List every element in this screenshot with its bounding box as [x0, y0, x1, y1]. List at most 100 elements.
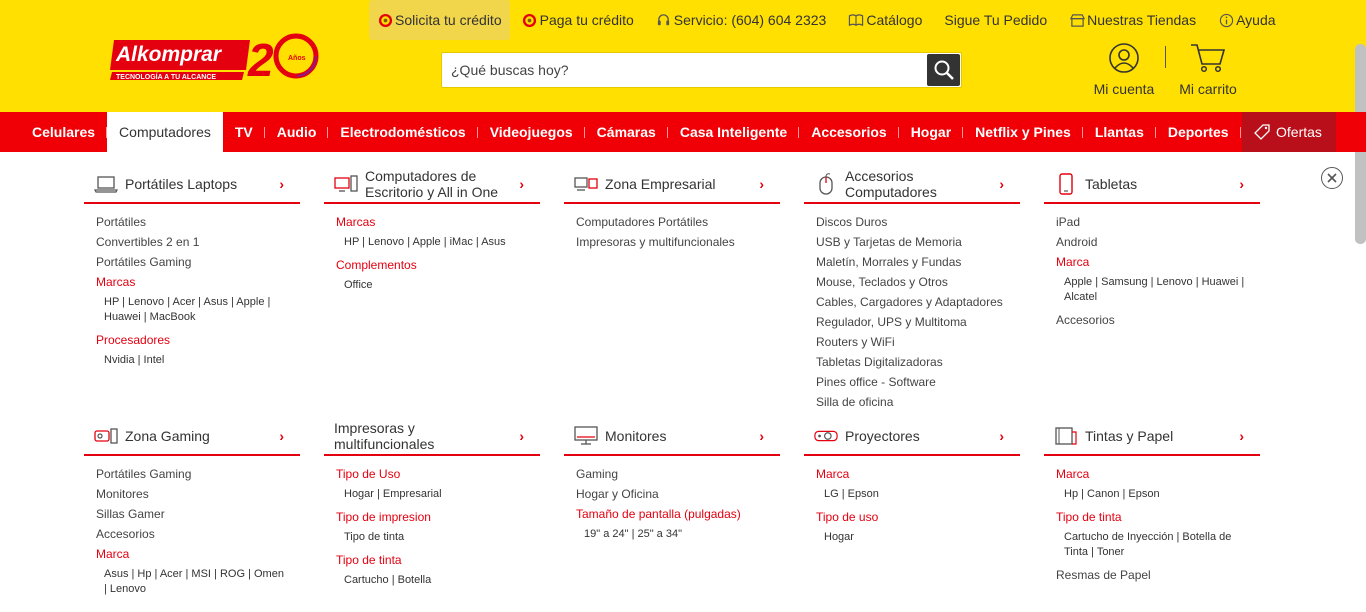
top-link-3[interactable]: Servicio: (604) 604 2323 — [646, 0, 837, 40]
nav-item-computadores[interactable]: Computadores — [107, 112, 223, 152]
menu-link[interactable]: Sillas Gamer — [96, 504, 300, 524]
nav-item-llantas[interactable]: Llantas — [1083, 112, 1156, 152]
menu-link[interactable]: Resmas de Papel — [1056, 565, 1260, 585]
nav-ofertas[interactable]: Ofertas — [1242, 112, 1336, 152]
menu-link[interactable]: Convertibles 2 en 1 — [96, 232, 300, 252]
menu-sublinks[interactable]: Hp | Canon | Epson — [1056, 484, 1246, 507]
menu-subheading[interactable]: Marcas — [96, 272, 300, 292]
menu-column-header[interactable]: Monitores › — [564, 418, 780, 456]
menu-column: Zona Gaming › Portátiles Gaming Monitores Si… — [84, 418, 300, 602]
menu-subheading[interactable]: Tipo de tinta — [1056, 507, 1260, 527]
menu-column-header[interactable]: Zona Gaming › — [84, 418, 300, 456]
nav-item-videojuegos[interactable]: Videojuegos — [478, 112, 585, 152]
projector-icon — [814, 426, 838, 446]
menu-subheading[interactable]: Marca — [1056, 464, 1260, 484]
account-button[interactable]: Mi cuenta — [1088, 42, 1160, 97]
nav-item-celulares[interactable]: Celulares — [20, 112, 108, 152]
nav-item-deportes[interactable]: Deportes — [1156, 112, 1241, 152]
menu-column-header[interactable]: Tintas y Papel › — [1044, 418, 1260, 456]
menu-column-title: Zona Gaming — [125, 428, 210, 444]
menu-subheading[interactable]: Procesadores — [96, 330, 300, 350]
menu-column: Zona Empresarial › Computadores Portátiles… — [564, 166, 780, 252]
search-button[interactable] — [927, 54, 960, 86]
top-link-1[interactable]: Solicita tu crédito — [369, 0, 510, 40]
menu-sublinks[interactable]: Tipo de tinta — [336, 527, 526, 550]
menu-subheading[interactable]: Marca — [816, 464, 1020, 484]
menu-subheading[interactable]: Tipo de uso — [816, 507, 1020, 527]
chevron-right-icon: › — [519, 428, 524, 444]
menu-subheading[interactable]: Tamaño de pantalla (pulgadas) — [576, 504, 780, 524]
menu-column-header[interactable]: Accesorios Computadores › — [804, 166, 1020, 204]
search-input[interactable] — [442, 53, 928, 87]
menu-link[interactable]: iPad — [1056, 212, 1260, 232]
menu-sublinks[interactable]: 19" a 24" | 25" a 34" — [576, 524, 766, 547]
menu-link[interactable]: Cables, Cargadores y Adaptadores — [816, 292, 1020, 312]
nav-item-electrodom-sticos[interactable]: Electrodomésticos — [328, 112, 478, 152]
coin-icon — [522, 12, 538, 28]
menu-sublinks[interactable]: Apple | Samsung | Lenovo | Huawei | Alca… — [1056, 272, 1246, 310]
top-link-5[interactable]: Sigue Tu Pedido — [934, 0, 1057, 40]
menu-subheading[interactable]: Marca — [1056, 252, 1260, 272]
menu-subheading[interactable]: Tipo de Uso — [336, 464, 540, 484]
menu-link[interactable]: Portátiles Gaming — [96, 252, 300, 272]
menu-link[interactable]: Computadores Portátiles — [576, 212, 780, 232]
menu-subheading[interactable]: Complementos — [336, 255, 540, 275]
menu-column-title: Tabletas — [1085, 176, 1138, 192]
menu-subheading[interactable]: Marca — [96, 544, 300, 564]
menu-sublinks[interactable]: HP | Lenovo | Acer | Asus | Apple | Huaw… — [96, 292, 286, 330]
menu-column-header[interactable]: Portátiles Laptops › — [84, 166, 300, 204]
top-link-7[interactable]: Ayuda — [1208, 0, 1285, 40]
menu-sublinks[interactable]: Hogar | Empresarial — [336, 484, 526, 507]
menu-link[interactable]: Portátiles Gaming — [96, 464, 300, 484]
menu-sublinks[interactable]: HP | Lenovo | Apple | iMac | Asus — [336, 232, 526, 255]
menu-link[interactable]: Pines office - Software — [816, 372, 1020, 392]
nav-item-netflix-y-pines[interactable]: Netflix y Pines — [963, 112, 1083, 152]
menu-link[interactable]: Tabletas Digitalizadoras — [816, 352, 1020, 372]
menu-link[interactable]: Accesorios — [96, 524, 300, 544]
cart-button[interactable]: Mi carrito — [1170, 42, 1246, 97]
menu-link[interactable]: Monitores — [96, 484, 300, 504]
menu-link[interactable]: Gaming — [576, 464, 780, 484]
menu-sublinks[interactable]: Office — [336, 275, 526, 298]
menu-link[interactable]: Impresoras y multifuncionales — [576, 232, 780, 252]
menu-column-header[interactable]: Tabletas › — [1044, 166, 1260, 204]
menu-link[interactable]: Discos Duros — [816, 212, 1020, 232]
menu-sublinks[interactable]: Hogar — [816, 527, 1006, 550]
menu-sublinks[interactable]: Nvidia | Intel — [96, 350, 286, 373]
menu-link[interactable]: Maletín, Morrales y Fundas — [816, 252, 1020, 272]
top-link-4[interactable]: Catálogo — [838, 0, 932, 40]
top-link-6[interactable]: Nuestras Tiendas — [1059, 0, 1206, 40]
nav-item-c-maras[interactable]: Cámaras — [585, 112, 668, 152]
menu-link[interactable]: Android — [1056, 232, 1260, 252]
menu-link[interactable]: Portátiles — [96, 212, 300, 232]
menu-sublinks[interactable]: Cartucho | Botella — [336, 570, 526, 593]
menu-sublinks[interactable]: Cartucho de Inyección | Botella de Tinta… — [1056, 527, 1246, 565]
menu-column-items: Portátiles Gaming Monitores Sillas Gamer Ac… — [84, 456, 300, 602]
menu-link[interactable]: Hogar y Oficina — [576, 484, 780, 504]
nav-item-casa-inteligente[interactable]: Casa Inteligente — [668, 112, 800, 152]
nav-item-hogar[interactable]: Hogar — [899, 112, 964, 152]
menu-link[interactable]: USB y Tarjetas de Memoria — [816, 232, 1020, 252]
menu-subheading[interactable]: Marcas — [336, 212, 540, 232]
nav-item-accesorios[interactable]: Accesorios — [799, 112, 900, 152]
menu-link[interactable]: Mouse, Teclados y Otros — [816, 272, 1020, 292]
menu-link[interactable]: Routers y WiFi — [816, 332, 1020, 352]
top-link-2[interactable]: Paga tu crédito — [512, 0, 644, 40]
menu-column-header[interactable]: Proyectores › — [804, 418, 1020, 456]
nav-item-audio[interactable]: Audio — [265, 112, 329, 152]
close-menu-button[interactable] — [1321, 167, 1343, 189]
menu-sublinks[interactable]: LG | Epson — [816, 484, 1006, 507]
menu-subheading[interactable]: Tipo de impresion — [336, 507, 540, 527]
nav-item-tv[interactable]: TV — [223, 112, 265, 152]
menu-column-header[interactable]: Impresoras y multifuncionales › — [324, 418, 540, 456]
menu-link[interactable]: Accesorios — [1056, 310, 1260, 330]
menu-column-header[interactable]: Computadores de Escritorio y All in One › — [324, 166, 540, 204]
menu-link[interactable]: Silla de oficina — [816, 392, 1020, 412]
alkomprar-logo[interactable]: Alkomprar TECNOLOGÍA A TU ALCANCE 2 Años — [108, 28, 323, 88]
business-icon — [574, 174, 598, 194]
menu-link[interactable]: Regulador, UPS y Multitoma — [816, 312, 1020, 332]
menu-subheading[interactable]: Tipo de tinta — [336, 550, 540, 570]
menu-sublinks[interactable]: Asus | Hp | Acer | MSI | ROG | Omen | Le… — [96, 564, 286, 602]
menu-column-header[interactable]: Zona Empresarial › — [564, 166, 780, 204]
svg-text:Años: Años — [288, 55, 306, 62]
